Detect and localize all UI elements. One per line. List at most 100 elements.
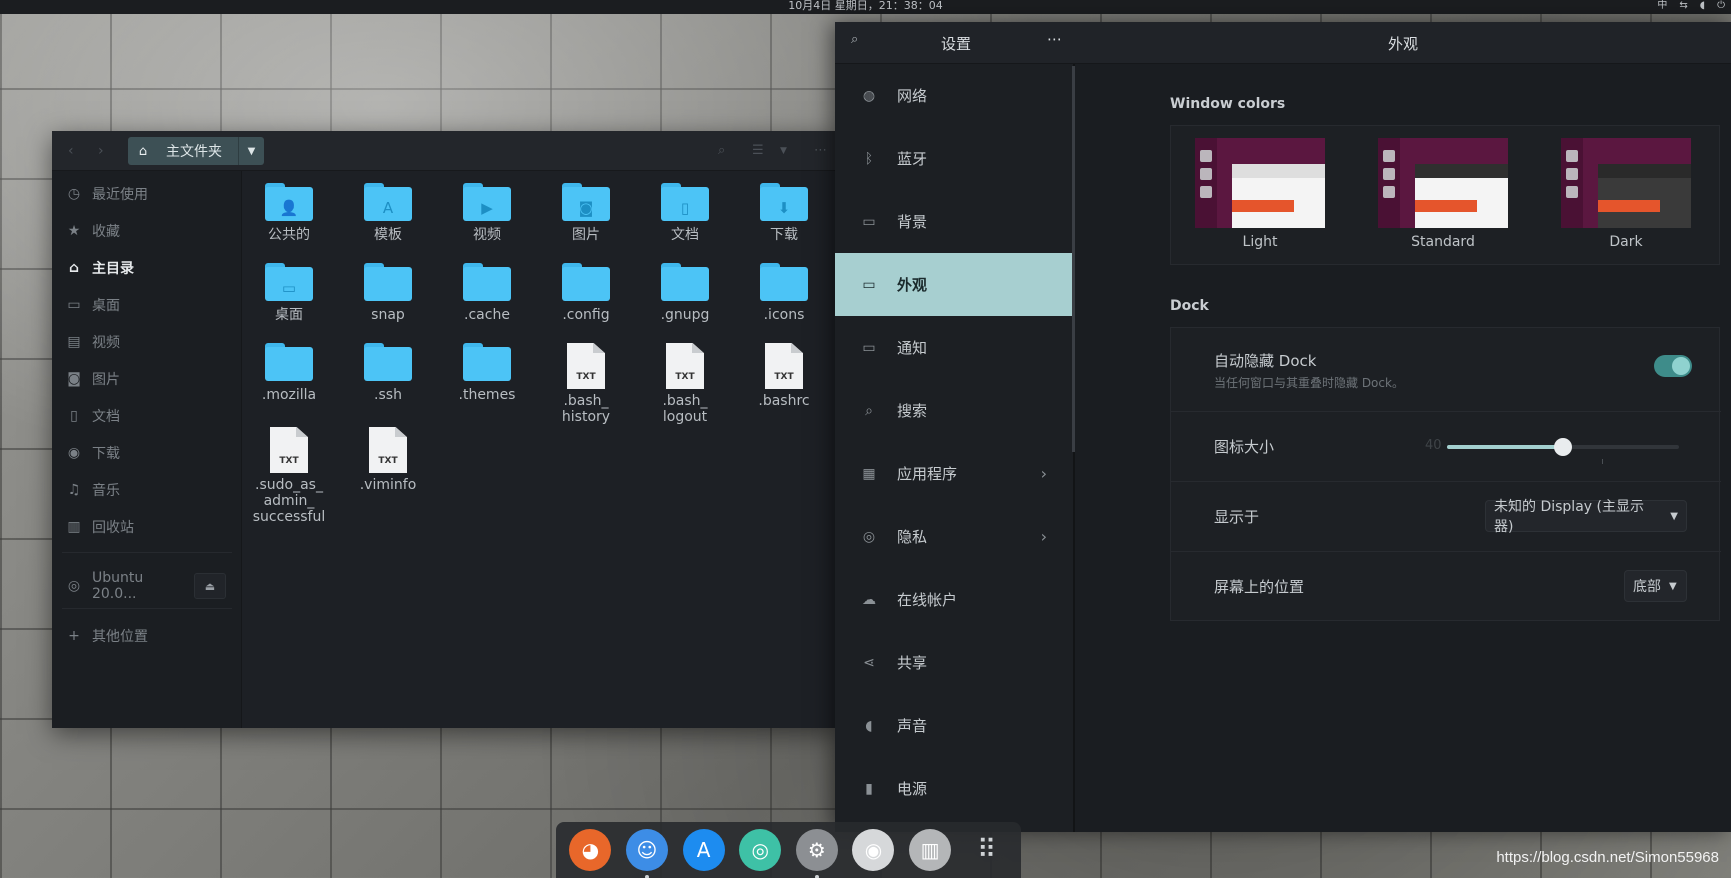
file-item[interactable]: .themes <box>443 343 531 403</box>
nav-item[interactable]: ᛒ 蓝牙 <box>835 127 1075 190</box>
file-item[interactable]: .mozilla <box>245 343 333 403</box>
file-item[interactable]: TXT .bashrc <box>740 343 828 409</box>
dock-trash-icon[interactable]: ▥ <box>909 829 952 871</box>
file-item[interactable]: ◙ 图片 <box>542 183 630 243</box>
nav-item[interactable]: ◖ 声音 <box>835 694 1075 757</box>
dock-screenshot-icon[interactable]: ◎ <box>739 829 782 871</box>
search-icon[interactable]: ⌕ <box>718 143 725 158</box>
dock-section-title: Dock <box>1170 298 1209 314</box>
file-item[interactable]: 👤 公共的 <box>245 183 333 243</box>
eject-button[interactable]: ⏏ <box>194 573 226 599</box>
sidebar-item[interactable]: ◷ 最近使用 <box>52 180 242 208</box>
sidebar-item-other-locations[interactable]: + 其他位置 <box>52 622 242 650</box>
view-options-icon[interactable]: ▼ <box>780 146 787 156</box>
download-icon: ◉ <box>67 445 81 461</box>
sidebar-item[interactable]: ♫ 音乐 <box>52 476 242 504</box>
nav-item[interactable]: ⌕ 搜索 <box>835 379 1075 442</box>
sidebar-item[interactable]: ▤ 视频 <box>52 328 242 356</box>
dock-show-apps-icon[interactable]: ⠿ <box>966 829 1008 871</box>
clock[interactable]: 10月4日 星期日，21：38：04 <box>0 0 1731 12</box>
file-item[interactable]: .icons <box>740 263 828 323</box>
search-icon[interactable]: ⌕ <box>851 32 858 47</box>
text-file-icon: TXT <box>270 427 308 473</box>
nav-scrollbar[interactable] <box>1072 66 1075 452</box>
autohide-toggle[interactable] <box>1654 355 1692 377</box>
sidebar-item[interactable]: ▭ 桌面 <box>52 291 242 319</box>
position-dropdown[interactable]: 底部 ▼ <box>1624 570 1687 602</box>
dock-finder-icon[interactable]: ☺ <box>625 829 668 878</box>
file-item[interactable]: .ssh <box>344 343 432 403</box>
theme-option-light[interactable]: Light <box>1195 138 1325 250</box>
autohide-row[interactable]: 自动隐藏 Dock 当任何窗口与其重叠时隐藏 Dock。 <box>1171 328 1721 412</box>
plus-icon: + <box>68 628 80 644</box>
menu-icon[interactable]: ⋯ <box>1047 30 1062 48</box>
file-item[interactable]: TXT .viminfo <box>344 427 432 493</box>
nav-item[interactable]: ☁ 在线帐户 <box>835 568 1075 631</box>
search-icon: ⌕ <box>865 402 873 419</box>
file-item[interactable]: TXT .bash_ history <box>542 343 630 425</box>
sidebar-item[interactable]: ▯ 文档 <box>52 402 242 430</box>
folder-icon <box>661 263 709 301</box>
file-name: 公共的 <box>268 227 310 243</box>
slider-fill <box>1447 445 1563 449</box>
nav-item[interactable]: ◎ 隐私 › <box>835 505 1075 568</box>
sidebar-item[interactable]: ◉ 下载 <box>52 439 242 467</box>
file-item[interactable]: TXT .sudo_as_ admin_ successful <box>245 427 333 525</box>
back-button[interactable]: ‹ <box>68 143 74 159</box>
show-on-dropdown[interactable]: 未知的 Display (主显示器) ▼ <box>1485 499 1687 535</box>
file-item[interactable]: ⬇ 下载 <box>740 183 828 243</box>
nav-item[interactable]: ◍ 网络 <box>835 64 1075 127</box>
file-item[interactable]: snap <box>344 263 432 323</box>
file-item[interactable]: .cache <box>443 263 531 323</box>
input-method-indicator[interactable]: 中 <box>1657 0 1667 12</box>
file-item[interactable]: ▯ 文档 <box>641 183 729 243</box>
file-name: .cache <box>464 307 510 323</box>
nav-item[interactable]: ▮ 电源 <box>835 757 1075 820</box>
file-item[interactable]: .config <box>542 263 630 323</box>
nav-item[interactable]: ▭ 通知 <box>835 316 1075 379</box>
nav-item[interactable]: ⋖ 共享 <box>835 631 1075 694</box>
volume-icon[interactable]: ◖ <box>1700 0 1705 12</box>
folder-emblem-icon: ▶ <box>481 199 493 217</box>
list-view-icon[interactable]: ☰ <box>752 143 764 158</box>
file-type-badge: TXT <box>279 456 299 466</box>
theme-option-dark[interactable]: Dark <box>1561 138 1691 250</box>
folder-icon <box>463 343 511 381</box>
sidebar-item[interactable]: ★ 收藏 <box>52 217 242 245</box>
icon-size-value: 40 <box>1425 438 1442 453</box>
dock-app-store-icon[interactable]: A <box>682 829 725 871</box>
slider-handle[interactable] <box>1554 438 1572 456</box>
sidebar-item-drive[interactable]: ◎ Ubuntu 20.0... <box>52 570 192 602</box>
sidebar-item[interactable]: ◙ 图片 <box>52 365 242 393</box>
file-name: .mozilla <box>261 387 317 403</box>
dock-firefox-icon[interactable]: ◕ <box>569 829 612 871</box>
file-item[interactable]: .gnupg <box>641 263 729 323</box>
file-item[interactable]: ▭ 桌面 <box>245 263 333 323</box>
path-bar[interactable]: ⌂ 主文件夹 ▼ <box>128 137 264 165</box>
sidebar-item-label: 视频 <box>92 335 120 351</box>
power-icon[interactable]: ⏻ <box>1717 0 1725 12</box>
theme-label: Dark <box>1609 234 1643 250</box>
nav-item-label: 网络 <box>897 87 928 105</box>
text-file-icon: TXT <box>369 427 407 473</box>
system-tray[interactable]: 中 ⇆ ◖ ⏻ <box>1657 0 1725 12</box>
sidebar-item[interactable]: ▥ 回收站 <box>52 513 242 541</box>
sidebar-item[interactable]: ⌂ 主目录 <box>52 254 242 282</box>
other-locations-label: 其他位置 <box>92 629 148 645</box>
theme-option-standard[interactable]: Standard <box>1378 138 1508 250</box>
network-icon[interactable]: ⇆ <box>1679 0 1687 12</box>
dock-settings-icon[interactable]: ⚙ <box>795 829 838 878</box>
dock-dvd-icon[interactable]: ◉ <box>852 829 895 871</box>
nav-item[interactable]: ▭ 背景 <box>835 190 1075 253</box>
chevron-down-icon[interactable]: ▼ <box>238 137 264 165</box>
nav-item[interactable]: ▭ 外观 <box>835 253 1075 316</box>
file-name: 图片 <box>572 227 600 243</box>
menu-icon[interactable]: ⋯ <box>814 143 827 158</box>
forward-button[interactable]: › <box>98 143 104 159</box>
file-item[interactable]: TXT .bash_ logout <box>641 343 729 425</box>
nav-item[interactable]: ▦ 应用程序 › <box>835 442 1075 505</box>
file-item[interactable]: ▶ 视频 <box>443 183 531 243</box>
folder-icon <box>364 343 412 381</box>
file-item[interactable]: A 模板 <box>344 183 432 243</box>
icon-size-slider[interactable] <box>1447 438 1679 456</box>
